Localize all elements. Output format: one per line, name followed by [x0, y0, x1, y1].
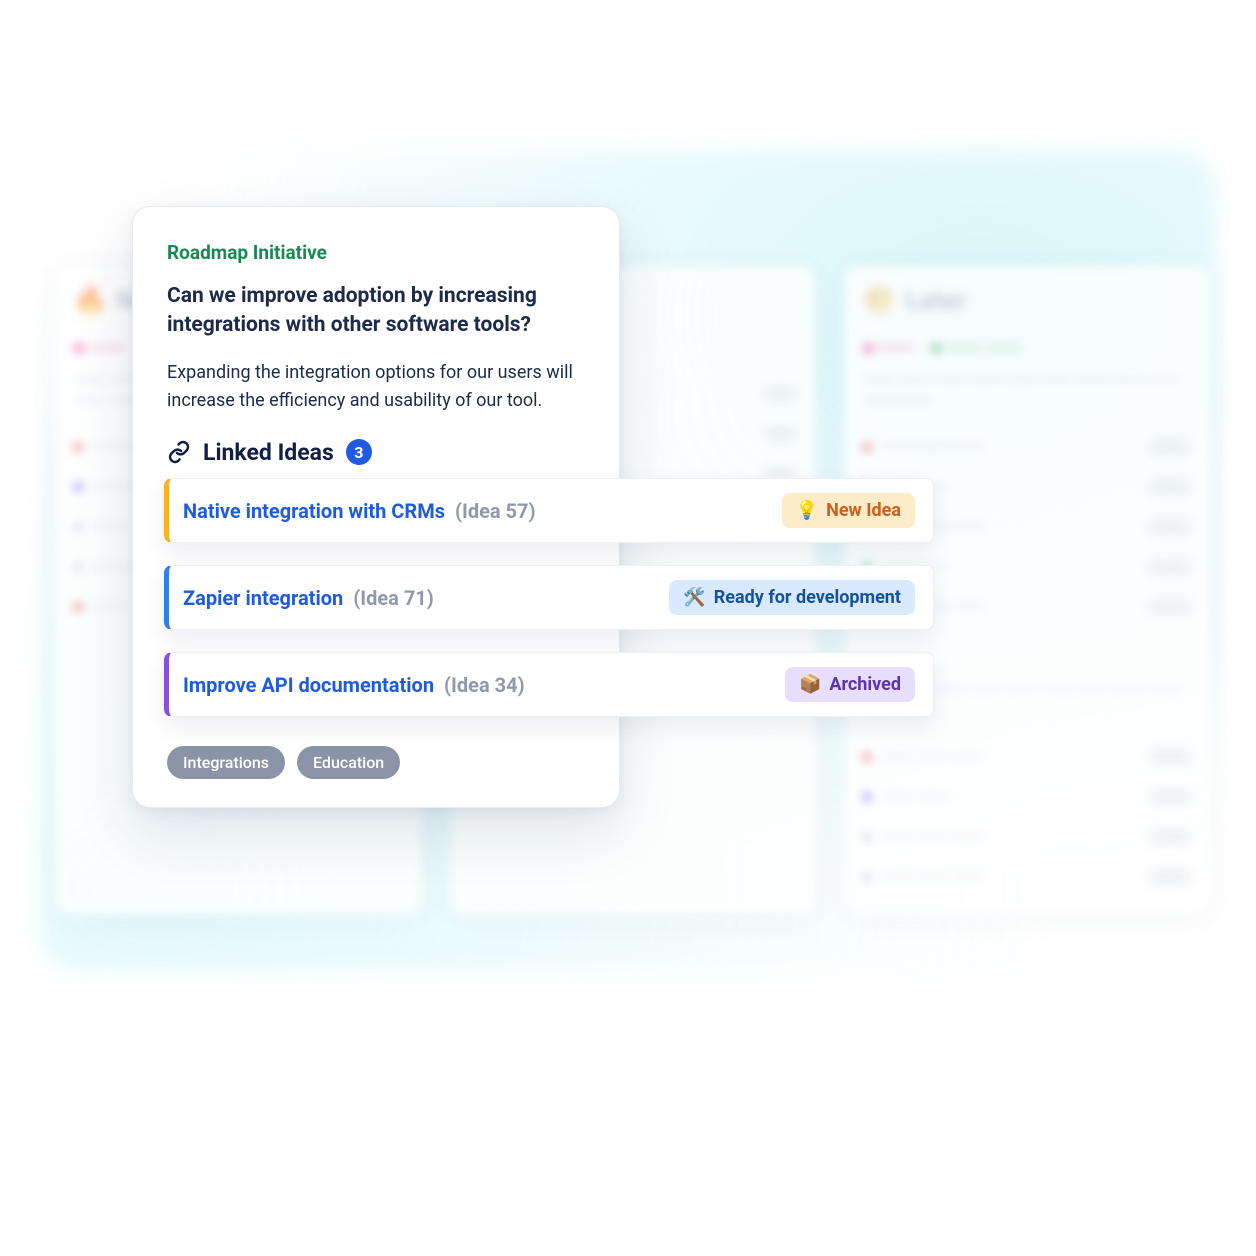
link-icon [167, 440, 191, 464]
linked-ideas-list: Native integration with CRMs (Idea 57) 💡… [164, 478, 934, 717]
idea-id: (Idea 57) [455, 499, 536, 523]
idea-title: Zapier integration [183, 586, 343, 610]
fire-icon: 🔥 [74, 286, 106, 316]
idea-title: Native integration with CRMs [183, 499, 445, 523]
linked-idea-row[interactable]: Native integration with CRMs (Idea 57) 💡… [164, 478, 934, 543]
card-question: Can we improve adoption by increasing in… [167, 282, 585, 341]
status-badge-ready: 🛠️ Ready for development [669, 580, 915, 615]
board-chip: ■ ——— [863, 338, 913, 358]
status-badge-new-idea: 💡 New Idea [782, 493, 915, 528]
status-label: New Idea [826, 500, 901, 521]
tools-icon: 🛠️ [683, 587, 705, 608]
idea-id: (Idea 71) [353, 586, 434, 610]
linked-ideas-count: 3 [346, 439, 372, 465]
column-title: Later [906, 286, 966, 316]
card-body: Expanding the integration options for ou… [167, 359, 585, 415]
tag-education[interactable]: Education [297, 746, 400, 779]
tag-integrations[interactable]: Integrations [167, 746, 285, 779]
linked-ideas-header: Linked Ideas 3 [167, 439, 585, 466]
card-eyebrow: Roadmap Initiative [167, 241, 585, 264]
idea-title: Improve API documentation [183, 673, 434, 697]
board-chip: ■ ——— ——— [932, 338, 1023, 358]
moon-icon: 🌕 [863, 286, 895, 316]
status-label: Archived [829, 674, 901, 695]
linked-ideas-label: Linked Ideas [203, 439, 334, 466]
status-badge-archived: 📦 Archived [785, 667, 915, 702]
package-icon: 📦 [799, 674, 821, 695]
linked-idea-row[interactable]: Improve API documentation (Idea 34) 📦 Ar… [164, 652, 934, 717]
linked-idea-row[interactable]: Zapier integration (Idea 71) 🛠️ Ready fo… [164, 565, 934, 630]
board-chip: ■ ——— [74, 338, 124, 358]
lightbulb-icon: 💡 [796, 500, 818, 521]
idea-id: (Idea 34) [444, 673, 525, 697]
status-label: Ready for development [714, 587, 901, 608]
tag-row: Integrations Education [167, 746, 585, 779]
